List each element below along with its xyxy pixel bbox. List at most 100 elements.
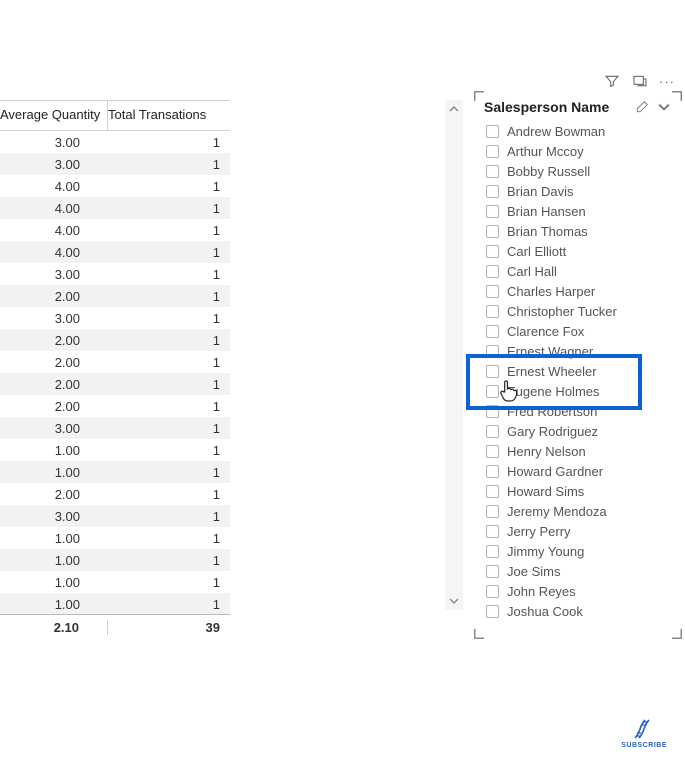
checkbox[interactable]	[486, 465, 499, 478]
slicer-item[interactable]: Brian Thomas	[486, 221, 674, 241]
table-row[interactable]: 3.001	[0, 505, 230, 527]
vertical-scrollbar[interactable]	[445, 100, 463, 610]
table-row[interactable]: 2.001	[0, 395, 230, 417]
slicer-item[interactable]: Andrew Bowman	[486, 121, 674, 141]
slicer-item-label: Clarence Fox	[507, 324, 584, 339]
checkbox[interactable]	[486, 165, 499, 178]
table-row[interactable]: 3.001	[0, 131, 230, 153]
checkbox[interactable]	[486, 145, 499, 158]
slicer-item[interactable]: Charles Harper	[486, 281, 674, 301]
filter-icon[interactable]	[603, 72, 621, 90]
checkbox[interactable]	[486, 125, 499, 138]
checkbox[interactable]	[486, 345, 499, 358]
checkbox[interactable]	[486, 445, 499, 458]
scroll-up-icon[interactable]	[445, 100, 463, 118]
slicer-item[interactable]: Gary Rodriguez	[486, 421, 674, 441]
table-row[interactable]: 2.001	[0, 329, 230, 351]
resize-handle[interactable]	[574, 91, 584, 101]
resize-handle[interactable]	[672, 91, 682, 101]
checkbox[interactable]	[486, 585, 499, 598]
table-row[interactable]: 1.001	[0, 549, 230, 571]
checkbox[interactable]	[486, 245, 499, 258]
table-row[interactable]: 2.001	[0, 483, 230, 505]
slicer-item[interactable]: Christopher Tucker	[486, 301, 674, 321]
slicer-item[interactable]: Clarence Fox	[486, 321, 674, 341]
table-row[interactable]: 3.001	[0, 307, 230, 329]
resize-handle[interactable]	[474, 361, 484, 371]
checkbox[interactable]	[486, 305, 499, 318]
more-options-icon[interactable]: ···	[659, 74, 675, 89]
resize-handle[interactable]	[474, 91, 484, 101]
table-row[interactable]: 1.001	[0, 461, 230, 483]
checkbox[interactable]	[486, 225, 499, 238]
slicer-item[interactable]: Ernest Wheeler	[486, 361, 674, 381]
slicer-item[interactable]: Jimmy Young	[486, 541, 674, 561]
cell-avg-qty: 1.00	[0, 531, 108, 546]
table-row[interactable]: 1.001	[0, 593, 230, 615]
slicer-item[interactable]: Jeremy Mendoza	[486, 501, 674, 521]
table-row[interactable]: 3.001	[0, 263, 230, 285]
resize-handle[interactable]	[474, 629, 484, 639]
eraser-icon[interactable]	[634, 99, 650, 115]
table-row[interactable]: 3.001	[0, 417, 230, 439]
slicer-item[interactable]: Carl Elliott	[486, 241, 674, 261]
table-row[interactable]: 4.001	[0, 197, 230, 219]
col-header-total-trans[interactable]: Total Transations	[108, 101, 230, 130]
checkbox[interactable]	[486, 405, 499, 418]
table-row[interactable]: 1.001	[0, 439, 230, 461]
slicer-item[interactable]: Joe Sims	[486, 561, 674, 581]
cell-avg-qty: 2.00	[0, 377, 108, 392]
table-row[interactable]: 1.001	[0, 527, 230, 549]
chevron-down-icon[interactable]	[656, 99, 672, 115]
checkbox[interactable]	[486, 525, 499, 538]
slicer-item[interactable]: Eugene Holmes	[486, 381, 674, 401]
cell-total-trans: 1	[108, 399, 230, 414]
col-header-avg-qty[interactable]: Average Quantity	[0, 101, 108, 130]
resize-handle[interactable]	[574, 629, 584, 639]
slicer-item[interactable]: Joshua Cook	[486, 601, 674, 621]
checkbox[interactable]	[486, 385, 499, 398]
table-row[interactable]: 4.001	[0, 241, 230, 263]
checkbox[interactable]	[486, 205, 499, 218]
checkbox[interactable]	[486, 485, 499, 498]
slicer-item[interactable]: Arthur Mccoy	[486, 141, 674, 161]
table-row[interactable]: 4.001	[0, 219, 230, 241]
checkbox[interactable]	[486, 185, 499, 198]
cell-total-trans: 1	[108, 443, 230, 458]
table-row[interactable]: 3.001	[0, 153, 230, 175]
slicer-item[interactable]: John Reyes	[486, 581, 674, 601]
checkbox[interactable]	[486, 325, 499, 338]
resize-handle[interactable]	[672, 361, 682, 371]
slicer-item-label: Carl Hall	[507, 264, 557, 279]
slicer-item[interactable]: Henry Nelson	[486, 441, 674, 461]
focus-mode-icon[interactable]	[631, 72, 649, 90]
slicer-item[interactable]: Carl Hall	[486, 261, 674, 281]
slicer-item[interactable]: Jerry Perry	[486, 521, 674, 541]
checkbox[interactable]	[486, 265, 499, 278]
table-row[interactable]: 2.001	[0, 285, 230, 307]
checkbox[interactable]	[486, 545, 499, 558]
slicer-item[interactable]: Bobby Russell	[486, 161, 674, 181]
slicer-visual[interactable]: Salesperson Name Andrew BowmanArthur Mcc…	[478, 95, 678, 635]
slicer-title: Salesperson Name	[484, 99, 628, 115]
table-row[interactable]: 4.001	[0, 175, 230, 197]
checkbox[interactable]	[486, 365, 499, 378]
checkbox[interactable]	[486, 285, 499, 298]
checkbox[interactable]	[486, 605, 499, 618]
scroll-down-icon[interactable]	[445, 592, 463, 610]
slicer-list: Andrew BowmanArthur MccoyBobby RussellBr…	[478, 121, 678, 626]
table-row[interactable]: 1.001	[0, 571, 230, 593]
checkbox[interactable]	[486, 565, 499, 578]
checkbox[interactable]	[486, 425, 499, 438]
table-row[interactable]: 2.001	[0, 373, 230, 395]
slicer-item[interactable]: Ernest Wagner	[486, 341, 674, 361]
slicer-item[interactable]: Howard Gardner	[486, 461, 674, 481]
subscribe-label: SUBSCRIBE	[621, 742, 667, 749]
slicer-item[interactable]: Brian Davis	[486, 181, 674, 201]
slicer-item[interactable]: Fred Robertson	[486, 401, 674, 421]
checkbox[interactable]	[486, 505, 499, 518]
resize-handle[interactable]	[672, 629, 682, 639]
slicer-item[interactable]: Brian Hansen	[486, 201, 674, 221]
table-row[interactable]: 2.001	[0, 351, 230, 373]
slicer-item[interactable]: Howard Sims	[486, 481, 674, 501]
